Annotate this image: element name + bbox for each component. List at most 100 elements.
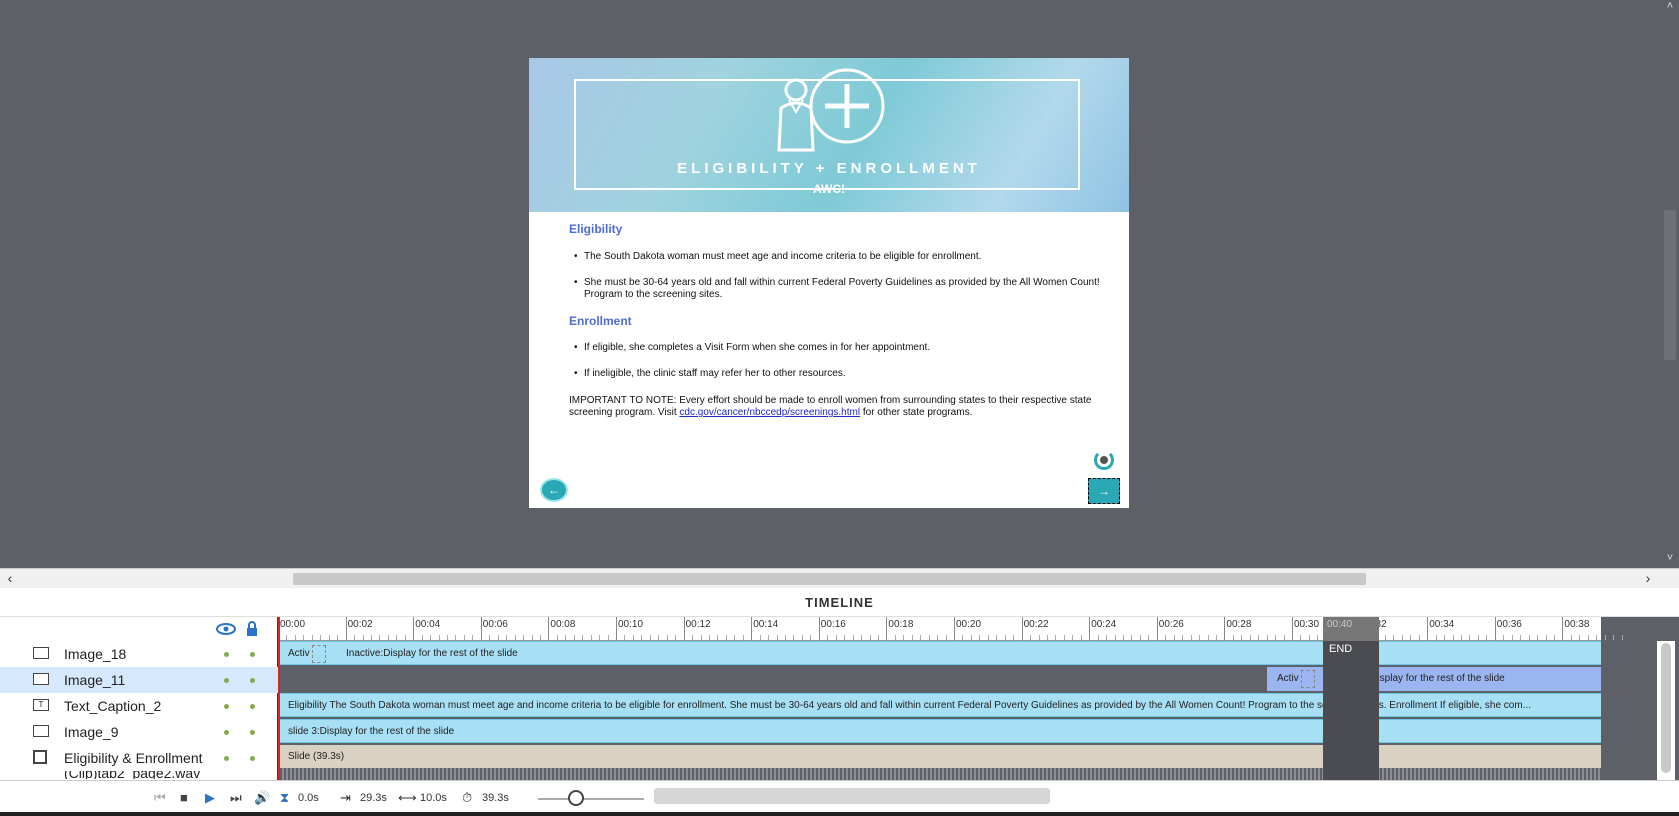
- ruler-major-tick: [1494, 617, 1496, 641]
- banner-title: ELIGIBILITY + ENROLLMENT: [677, 160, 981, 177]
- ruler-minor-tick: [877, 635, 879, 640]
- ruler-minor-tick: [632, 635, 634, 640]
- ruler-minor-tick: [1477, 635, 1479, 640]
- ruler-minor-tick: [354, 635, 356, 640]
- visibility-dot[interactable]: [224, 730, 229, 735]
- ruler-major-tick: [1427, 617, 1429, 641]
- ruler-minor-tick: [1055, 635, 1057, 640]
- layer-row-image-9[interactable]: Image_9: [0, 719, 278, 745]
- ruler-minor-tick: [649, 635, 651, 640]
- lock-dot[interactable]: [250, 678, 255, 683]
- ruler-minor-tick: [387, 635, 389, 640]
- ruler-minor-tick: [937, 635, 939, 640]
- important-note: IMPORTANT TO NOTE: Every effort should b…: [569, 395, 1109, 419]
- layer-name: Image_18: [64, 646, 127, 662]
- track-image-18[interactable]: Activ Inactive:Display for the rest of t…: [278, 641, 1601, 665]
- layer-row-image-18[interactable]: Image_18: [0, 641, 278, 667]
- chevron-right-icon[interactable]: ›: [1640, 570, 1656, 588]
- ruler-minor-tick: [1452, 635, 1454, 640]
- stop-icon[interactable]: ■: [180, 790, 188, 805]
- ruler-minor-tick: [286, 635, 288, 640]
- timeline-controls: ⏮ ■ ▶ ⏭ 🔊 ⧗ 0.0s ⇥ 29.3s ⟷ 10.0s ⏱ 39.3s: [0, 780, 1679, 816]
- track-text-caption-2[interactable]: Eligibility The South Dakota woman must …: [278, 693, 1601, 717]
- ruler-minor-tick: [1013, 635, 1015, 640]
- ruler-minor-tick: [1570, 635, 1572, 640]
- ruler-tick-label: 00:24: [1091, 619, 1117, 630]
- slide-stage: ELIGIBILITY + ENROLLMENT AWC! Eligibilit…: [0, 0, 1679, 568]
- total-duration: 39.3s: [482, 792, 509, 804]
- ruler-minor-tick: [1215, 635, 1217, 640]
- layer-row-image-11[interactable]: Image_11: [0, 667, 278, 693]
- ruler-minor-tick: [903, 635, 905, 640]
- lock-dot[interactable]: [250, 730, 255, 735]
- rewind-icon[interactable]: ⏮: [154, 790, 166, 806]
- scroll-thumb[interactable]: [1664, 210, 1676, 360]
- zoom-slider-knob[interactable]: [568, 790, 584, 806]
- ruler-minor-tick: [759, 635, 761, 640]
- audio-waveform[interactable]: [278, 768, 1601, 780]
- ruler-minor-tick: [1283, 635, 1285, 640]
- chevron-down-icon[interactable]: ˅: [1661, 552, 1679, 566]
- ruler-tick-label: 00:08: [550, 619, 576, 630]
- ruler-minor-tick: [1173, 635, 1175, 640]
- ruler-minor-tick: [1148, 635, 1150, 640]
- chevron-up-icon[interactable]: ˄: [1661, 0, 1679, 14]
- timeline-vertical-scrollbar[interactable]: [1657, 641, 1675, 780]
- track-image-11[interactable]: Activ Inactive:Display for the rest of t…: [1267, 667, 1601, 691]
- slide-canvas[interactable]: ELIGIBILITY + ENROLLMENT AWC! Eligibilit…: [529, 58, 1129, 508]
- ruler-major-tick: [480, 617, 482, 641]
- ruler-minor-tick: [1486, 635, 1488, 640]
- screenings-link[interactable]: cdc.gov/cancer/nbccedp/screenings.html: [679, 407, 860, 418]
- scroll-thumb[interactable]: [293, 573, 1366, 585]
- track-image-9[interactable]: slide 3:Display for the rest of the slid…: [278, 719, 1601, 743]
- lock-dot[interactable]: [250, 652, 255, 657]
- timeline-horizontal-scrollbar[interactable]: [654, 788, 1050, 804]
- track-slide[interactable]: Slide (39.3s): [278, 745, 1601, 769]
- ruler-minor-tick: [523, 635, 525, 640]
- lock-dot[interactable]: [250, 704, 255, 709]
- next-button[interactable]: →: [1088, 478, 1120, 504]
- image-icon: [33, 725, 49, 737]
- transition-marker[interactable]: [312, 645, 326, 663]
- ruler-minor-tick: [1401, 635, 1403, 640]
- timeline-ruler[interactable]: 00:00 00:02 00:04 00:06 00:08 00:10 00:12 00:14…: [278, 617, 1623, 641]
- chevron-left-icon[interactable]: ‹: [2, 570, 18, 588]
- ruler-minor-tick: [962, 635, 964, 640]
- ruler-minor-tick: [1258, 635, 1260, 640]
- ruler-minor-tick: [438, 635, 440, 640]
- transition-marker[interactable]: [1301, 670, 1315, 688]
- stage-horizontal-scrollbar[interactable]: ‹ ›: [0, 568, 1679, 588]
- layer-row-audio[interactable]: (Clip)tab2_page2.wav: [0, 771, 278, 779]
- ruler-minor-tick: [1520, 635, 1522, 640]
- slide-banner[interactable]: ELIGIBILITY + ENROLLMENT AWC!: [529, 58, 1129, 212]
- play-icon[interactable]: ▶: [205, 790, 215, 806]
- stage-vertical-scrollbar[interactable]: ˄ ˅: [1661, 0, 1679, 568]
- ruler-minor-tick: [303, 635, 305, 640]
- ruler-end-label: 00:40: [1323, 617, 1379, 641]
- visibility-dot[interactable]: [224, 704, 229, 709]
- timeline-tracks: 00:00 00:02 00:04 00:06 00:08 00:10 00:12 00:14…: [278, 617, 1623, 780]
- ruler-tick-label: 00:02: [347, 619, 373, 630]
- scroll-thumb[interactable]: [1661, 643, 1671, 773]
- visibility-dot[interactable]: [224, 652, 229, 657]
- ruler-tick-label: 00:00: [280, 619, 306, 630]
- playhead[interactable]: [278, 617, 280, 780]
- enrollment-list: If eligible, she completes a Visit Form …: [569, 342, 1109, 394]
- layer-row-slide[interactable]: Eligibility & Enrollment: [0, 745, 278, 771]
- zoom-slider-track[interactable]: [538, 798, 644, 800]
- ruler-minor-tick: [1182, 635, 1184, 640]
- ruler-minor-tick: [489, 635, 491, 640]
- ruler-major-tick: [1156, 617, 1158, 641]
- lock-dot[interactable]: [250, 756, 255, 761]
- layer-row-text-caption-2[interactable]: T Text_Caption_2: [0, 693, 278, 719]
- ruler-minor-tick: [1080, 635, 1082, 640]
- window-bottom-edge: [0, 812, 1679, 816]
- ruler-minor-tick: [514, 635, 516, 640]
- back-button[interactable]: ←: [540, 478, 568, 502]
- speaker-icon[interactable]: 🔊: [254, 790, 270, 806]
- forward-icon[interactable]: ⏭: [230, 790, 242, 806]
- ruler-minor-tick: [320, 635, 322, 640]
- visibility-dot[interactable]: [224, 756, 229, 761]
- ruler-minor-tick: [624, 635, 626, 640]
- visibility-dot[interactable]: [224, 678, 229, 683]
